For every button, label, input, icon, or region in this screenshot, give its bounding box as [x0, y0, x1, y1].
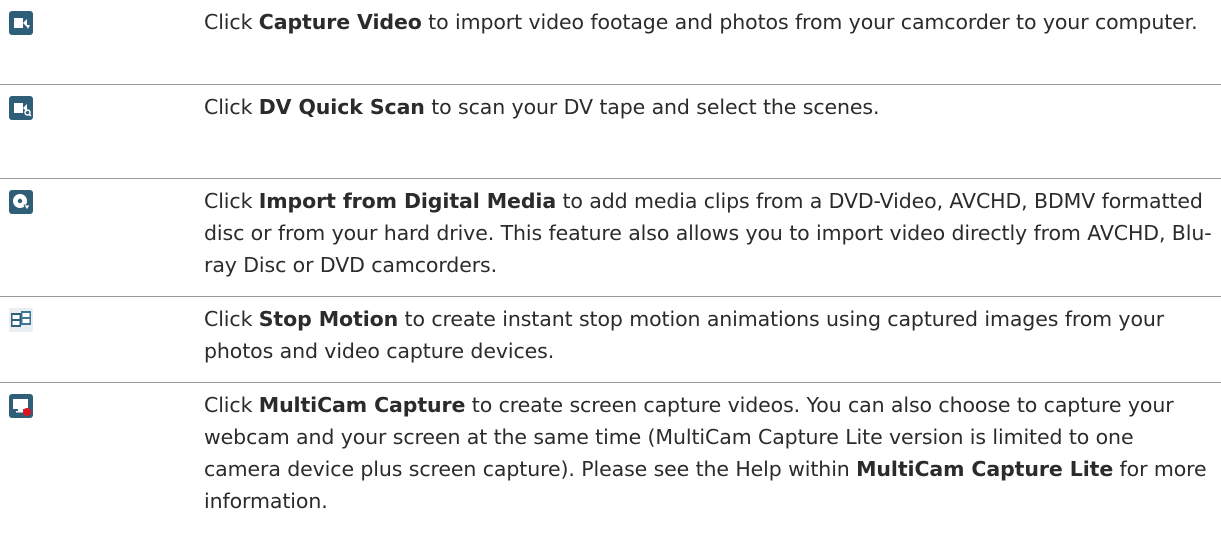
text-rest: to import video footage and photos from …: [421, 10, 1198, 34]
text-lead: Click: [204, 393, 259, 417]
row-description: Click MultiCam Capture to create screen …: [204, 389, 1214, 517]
text-lead: Click: [204, 189, 259, 213]
row-description: Click DV Quick Scan to scan your DV tape…: [204, 91, 1214, 123]
feature-name: MultiCam Capture: [258, 393, 466, 417]
row-description: Click Stop Motion to create instant stop…: [204, 303, 1214, 367]
feature-name: Import from Digital Media: [258, 189, 557, 213]
table-row-dv-quick-scan: Click DV Quick Scan to scan your DV tape…: [0, 84, 1221, 178]
text-lead: Click: [204, 10, 259, 34]
table-row-stop-motion: Click Stop Motion to create instant stop…: [0, 296, 1221, 382]
table-row-capture-video: Click Capture Video to import video foot…: [0, 0, 1221, 84]
table-row-multicam-capture: Click MultiCam Capture to create screen …: [0, 382, 1221, 532]
capture-video-icon[interactable]: [8, 10, 34, 36]
row-description: Click Capture Video to import video foot…: [204, 6, 1214, 38]
row-description: Click Import from Digital Media to add m…: [204, 185, 1214, 281]
feature-name-secondary: MultiCam Capture Lite: [856, 457, 1114, 481]
feature-table: Click Capture Video to import video foot…: [0, 0, 1221, 532]
text-rest: to scan your DV tape and select the scen…: [424, 95, 880, 119]
feature-name: Capture Video: [258, 10, 422, 34]
multicam-capture-icon[interactable]: [8, 393, 34, 419]
dv-quick-scan-icon[interactable]: [8, 95, 34, 121]
feature-name: Stop Motion: [258, 307, 399, 331]
feature-name: DV Quick Scan: [258, 95, 425, 119]
table-row-import-digital-media: Click Import from Digital Media to add m…: [0, 178, 1221, 296]
text-lead: Click: [204, 95, 259, 119]
text-lead: Click: [204, 307, 259, 331]
import-digital-media-icon[interactable]: [8, 189, 34, 215]
stop-motion-icon[interactable]: [8, 307, 34, 333]
